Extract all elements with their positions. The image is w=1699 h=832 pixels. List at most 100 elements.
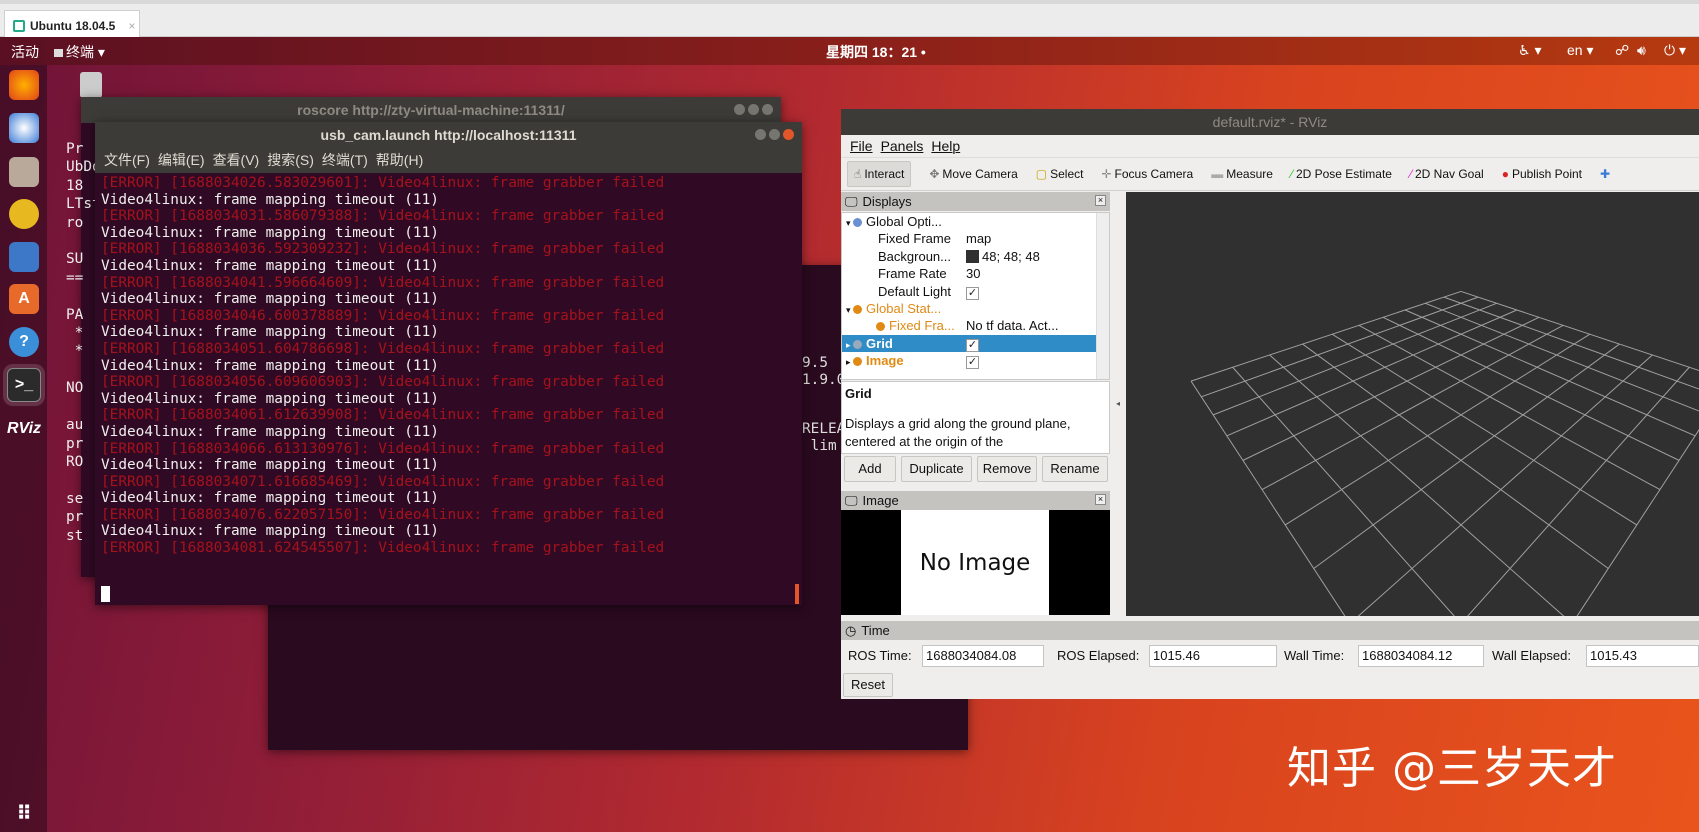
error-line: [ERROR] [1688034066.613130976]: Video4li…	[101, 440, 665, 457]
output-line: Video4linux: frame mapping timeout (11)	[101, 224, 439, 241]
status-dot-icon	[876, 322, 885, 332]
rename-button[interactable]: Rename	[1042, 456, 1108, 482]
show-applications-icon[interactable]: ⠿	[9, 798, 39, 828]
scrollbar[interactable]	[1096, 213, 1109, 379]
menu-help[interactable]: Help	[931, 138, 960, 154]
display-row[interactable]: ▸ Image ✓	[842, 352, 1109, 370]
window-titlebar[interactable]: roscore http://zty-virtual-machine:11311…	[81, 97, 781, 123]
dock-splitter[interactable]: ◂	[1116, 192, 1126, 616]
terminal-menu-item[interactable]: 文件(F)	[104, 148, 150, 173]
close-icon[interactable]	[762, 104, 773, 115]
display-label: Global Stat...	[866, 300, 942, 316]
expand-arrow-icon[interactable]: ▾	[846, 218, 853, 228]
minimize-icon[interactable]	[734, 104, 745, 115]
display-row[interactable]: Fixed Frame map	[842, 230, 1109, 247]
nav-arrow-icon: ⁄	[1409, 167, 1412, 181]
reset-button[interactable]: Reset	[843, 673, 893, 697]
tool-publish-point[interactable]: ● Publish Point	[1502, 167, 1582, 181]
image-panel-header: 🖵︎ Image ×	[841, 491, 1110, 510]
checkbox[interactable]: ✓	[966, 338, 979, 352]
add-tool-icon[interactable]: ✚	[1600, 167, 1610, 181]
software-center-icon[interactable]: A	[9, 284, 39, 314]
display-row[interactable]: Default Light ✓	[842, 283, 1109, 300]
terminal-menu-item[interactable]: 终端(T)	[322, 148, 368, 173]
display-row[interactable]: Frame Rate 30	[842, 265, 1109, 282]
3d-render-view[interactable]	[1126, 192, 1699, 616]
maximize-icon[interactable]	[769, 129, 780, 140]
display-name: Backgroun...	[878, 248, 951, 265]
time-panel-header: ◷ Time	[841, 621, 1699, 640]
expand-arrow-icon[interactable]: ▾	[846, 305, 853, 315]
tool-move-camera[interactable]: ✥ Move Camera	[929, 167, 1017, 181]
libreoffice-writer-icon[interactable]	[9, 242, 39, 272]
select-icon: ▢	[1035, 167, 1048, 181]
tool-2d-nav-goal[interactable]: ⁄ 2D Nav Goal	[1410, 167, 1484, 181]
output-line: Video4linux: frame mapping timeout (11)	[101, 257, 439, 274]
rviz-icon[interactable]: RViz	[7, 414, 41, 444]
rviz-window[interactable]: default.rviz* - RViz File Panels Help ☝ Int…	[841, 109, 1699, 699]
display-row[interactable]: ▾ Global Stat...	[842, 300, 1109, 317]
tool-measure[interactable]: ▬ Measure	[1211, 167, 1273, 181]
close-icon[interactable]: ×	[1095, 494, 1106, 505]
network-icon[interactable]: ☍	[1615, 42, 1629, 59]
menu-file[interactable]: File	[850, 138, 873, 154]
clock[interactable]: 星期四 18：21 •	[826, 42, 926, 62]
trash-icon[interactable]	[80, 72, 102, 98]
wall-elapsed-label: Wall Elapsed:	[1492, 648, 1571, 663]
duplicate-button[interactable]: Duplicate	[901, 456, 972, 482]
display-row[interactable]: Backgroun... 48; 48; 48	[842, 248, 1109, 265]
image-panel-title: Image	[862, 493, 899, 508]
window-titlebar[interactable]: usb_cam.launch http://localhost:11311	[95, 122, 802, 148]
collapse-arrow-icon[interactable]: ▸	[846, 357, 853, 367]
activities-button[interactable]: 活动	[11, 42, 39, 62]
thunderbird-icon[interactable]	[9, 113, 39, 143]
usb-cam-terminal-window[interactable]: usb_cam.launch http://localhost:11311 文件…	[95, 122, 802, 605]
power-icon[interactable]: ⏻ ▾	[1664, 42, 1686, 59]
display-row[interactable]: ▾ Global Opti...	[842, 213, 1109, 230]
ros-elapsed-field[interactable]: 1015.46	[1149, 645, 1277, 667]
ros-time-field[interactable]: 1688034084.08	[922, 645, 1044, 667]
firefox-icon[interactable]	[9, 70, 39, 100]
volume-icon[interactable]: 🔊︎	[1637, 42, 1646, 59]
vm-tab-bar: Ubuntu 18.04.5 ×	[0, 0, 1699, 41]
tool-2d-pose-estimate[interactable]: ⁄ 2D Pose Estimate	[1291, 167, 1392, 181]
tool-focus-camera[interactable]: ✛ Focus Camera	[1101, 167, 1193, 181]
close-icon[interactable]	[783, 129, 794, 140]
minimize-icon[interactable]	[755, 129, 766, 140]
add-button[interactable]: Add	[844, 456, 896, 482]
remove-button[interactable]: Remove	[977, 456, 1037, 482]
menu-panels[interactable]: Panels	[881, 138, 924, 154]
window-titlebar[interactable]: default.rviz* - RViz	[841, 109, 1699, 135]
terminal-app-menu[interactable]: 终端 ▾	[54, 42, 105, 62]
tool-interact[interactable]: ☝ Interact	[847, 161, 912, 187]
help-icon[interactable]: ?	[9, 327, 39, 357]
display-row[interactable]: Fixed Fra... No tf data. Act...	[842, 317, 1109, 334]
close-icon[interactable]: ×	[1095, 195, 1106, 206]
terminal-menu-item[interactable]: 搜索(S)	[267, 148, 314, 173]
measure-icon: ▬	[1211, 167, 1224, 181]
value-text: map	[966, 231, 992, 247]
wall-time-field[interactable]: 1688034084.12	[1358, 645, 1484, 667]
display-label: Image	[866, 353, 904, 369]
terminal-menu-item[interactable]: 编辑(E)	[158, 148, 205, 173]
display-row[interactable]: ▸ Grid ✓	[842, 334, 1109, 353]
close-icon[interactable]: ×	[128, 19, 135, 33]
terminal-icon[interactable]: >_	[7, 368, 41, 402]
checkbox[interactable]: ✓	[966, 356, 979, 370]
checkbox[interactable]: ✓	[966, 286, 979, 300]
displays-tree[interactable]: ▾ Global Opti... Fixed Frame map Backgroun.…	[841, 212, 1110, 380]
vm-icon	[13, 20, 25, 32]
display-value: 48; 48; 48	[966, 248, 1040, 265]
collapse-arrow-icon[interactable]: ▸	[846, 340, 853, 350]
rhythmbox-icon[interactable]	[9, 199, 39, 229]
maximize-icon[interactable]	[748, 104, 759, 115]
value-text: 30	[966, 266, 981, 282]
terminal-menu-item[interactable]: 查看(V)	[213, 148, 260, 173]
scrollbar[interactable]	[795, 584, 799, 604]
accessibility-icon[interactable]: ♿ ▾	[1518, 42, 1541, 59]
terminal-menu-item[interactable]: 帮助(H)	[376, 148, 423, 173]
wall-elapsed-field[interactable]: 1015.43	[1586, 645, 1699, 667]
files-icon[interactable]	[9, 157, 39, 187]
language-menu[interactable]: en ▾	[1567, 42, 1594, 59]
tool-select[interactable]: ▢ Select	[1036, 167, 1084, 181]
